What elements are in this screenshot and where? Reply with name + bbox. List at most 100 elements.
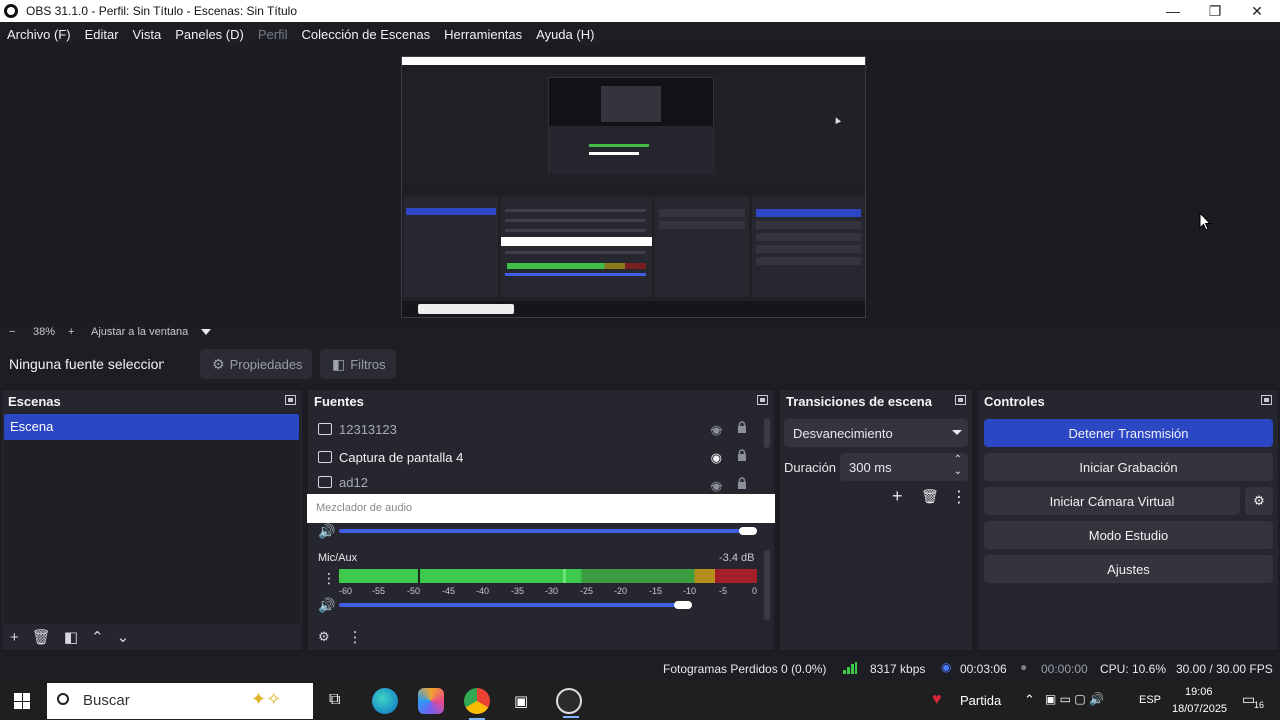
menu-vista[interactable]: Vista <box>133 27 162 42</box>
properties-button[interactable]: ⚙ Propiedades <box>200 349 312 379</box>
stepper-down-icon[interactable]: ⌄ <box>954 466 962 477</box>
close-button[interactable]: ✕ <box>1236 0 1278 22</box>
language-indicator[interactable]: ESP <box>1139 694 1161 706</box>
taskbar-search[interactable]: Buscar ✦✧ <box>47 683 313 719</box>
speaker-icon[interactable]: 🔊 <box>318 523 335 540</box>
zoom-in-button[interactable]: + <box>68 326 74 338</box>
stepper-up-icon[interactable]: ⌃ <box>954 454 962 465</box>
window-capture-icon <box>318 476 332 488</box>
settings-button[interactable]: Ajustes <box>984 555 1273 583</box>
sources-scrollbar[interactable] <box>764 418 770 448</box>
zoom-dropdown-icon[interactable] <box>201 329 211 335</box>
virtual-camera-settings-button[interactable]: ⚙ <box>1245 487 1273 515</box>
move-down-icon[interactable]: ⌄ <box>117 628 130 646</box>
undock-icon[interactable] <box>285 395 296 405</box>
chevron-down-icon <box>952 430 962 435</box>
advanced-audio-icon[interactable]: ⚙ <box>318 629 330 645</box>
transitions-header: Transiciones de escena <box>780 390 972 412</box>
image-icon <box>318 423 332 435</box>
meter-tick: -50 <box>407 586 421 596</box>
menu-coleccion[interactable]: Colección de Escenas <box>301 27 430 42</box>
transition-select[interactable]: Desvanecimiento <box>784 419 968 447</box>
taskbar-time[interactable]: 19:06 <box>1185 686 1213 698</box>
tray-icons[interactable]: ▣ ▭ ▢ 🔊 <box>1045 692 1104 706</box>
add-scene-icon[interactable]: + <box>10 629 19 646</box>
menu-ayuda[interactable]: Ayuda (H) <box>536 27 594 42</box>
obs-taskbar-icon[interactable] <box>556 688 582 718</box>
menu-paneles[interactable]: Paneles (D) <box>175 27 244 42</box>
move-up-icon[interactable]: ⌃ <box>91 628 104 646</box>
filter-icon: ◧ <box>332 355 346 372</box>
volume-slider-track[interactable] <box>339 529 749 533</box>
preview-area[interactable] <box>0 46 1280 322</box>
undock-icon[interactable] <box>1261 395 1272 405</box>
stop-stream-button[interactable]: Detener Transmisión <box>984 419 1273 447</box>
mixer-channel-name: Mic/Aux <box>318 552 358 564</box>
menu-perfil[interactable]: Perfil <box>258 27 288 42</box>
meter-tick: 0 <box>752 586 758 596</box>
eye-icon[interactable]: ◉ <box>711 450 722 466</box>
scene-item[interactable]: Escena <box>4 414 299 440</box>
maximize-button[interactable]: ❐ <box>1194 0 1236 22</box>
studio-mode-button[interactable]: Modo Estudio <box>984 521 1273 549</box>
copilot-icon[interactable] <box>418 688 444 714</box>
mixer-menu-icon[interactable]: ⋮ <box>348 628 363 646</box>
zoom-out-button[interactable]: − <box>9 326 15 338</box>
windows-taskbar: Buscar ✦✧ ⧉ ▣ ♥ Partida ⌃ ▣ ▭ ▢ 🔊 ESP 19… <box>0 682 1280 720</box>
trash-icon[interactable]: 🗑 <box>32 628 51 646</box>
channel-menu-icon[interactable]: ⋮ <box>322 570 336 587</box>
game-icon[interactable]: ♥ <box>932 691 942 709</box>
lock-icon[interactable] <box>737 449 747 462</box>
transition-menu-icon[interactable]: ⋮ <box>951 487 967 507</box>
preview-nested-window <box>548 77 715 174</box>
start-virtual-camera-button[interactable]: Iniciar Cámara Virtual <box>984 487 1240 515</box>
mixer-scrollbar[interactable] <box>764 550 770 620</box>
cpu-usage: CPU: 10.6% <box>1100 662 1167 676</box>
preview-nested-sources <box>501 197 652 297</box>
scene-filters-icon[interactable]: ◧ <box>64 628 78 646</box>
volume-slider-knob[interactable] <box>674 601 692 609</box>
sources-header: Fuentes <box>308 390 774 412</box>
trash-icon[interactable]: 🗑 <box>921 488 939 505</box>
edge-icon[interactable] <box>372 688 398 714</box>
lock-icon[interactable] <box>737 477 747 490</box>
lock-icon[interactable] <box>737 421 747 434</box>
preview-canvas[interactable] <box>401 56 866 318</box>
taskbar-date[interactable]: 18/07/2025 <box>1172 703 1227 715</box>
preview-nested-meter <box>589 144 649 147</box>
menu-archivo[interactable]: Archivo (F) <box>7 27 71 42</box>
source-row[interactable]: Captura de pantalla 4 ◉ <box>308 443 762 471</box>
volume-meter <box>339 569 757 583</box>
minimize-button[interactable]: — <box>1152 0 1194 22</box>
undock-icon[interactable] <box>955 395 966 405</box>
preview-nested-menubar <box>402 65 865 73</box>
filters-button[interactable]: ◧ Filtros <box>320 349 396 379</box>
volume-slider-track[interactable] <box>339 603 689 607</box>
tray-expand-icon[interactable]: ⌃ <box>1024 692 1035 708</box>
menu-bar: Archivo (F) Editar Vista Paneles (D) Per… <box>0 22 1280 46</box>
start-recording-button[interactable]: Iniciar Grabación <box>984 453 1273 481</box>
source-row[interactable]: ad12 ◉ <box>308 471 762 493</box>
menu-herramientas[interactable]: Herramientas <box>444 27 522 42</box>
task-view-icon[interactable]: ⧉ <box>326 688 352 714</box>
windows-start-icon[interactable] <box>14 693 30 709</box>
duration-field[interactable]: 300 ms ⌃ ⌄ <box>840 453 968 481</box>
menu-editar[interactable]: Editar <box>85 27 119 42</box>
source-name: 12313123 <box>339 421 397 437</box>
controls-title: Controles <box>984 393 1045 409</box>
eye-hidden-icon[interactable]: ◉ <box>711 422 722 438</box>
undock-icon[interactable] <box>757 395 768 405</box>
source-row[interactable]: 12313123 ◉ <box>308 415 762 443</box>
eye-hidden-icon[interactable]: ◉ <box>711 478 722 494</box>
volume-slider-knob[interactable] <box>739 527 757 535</box>
preview-nested-docks <box>549 126 715 174</box>
app-icon[interactable]: ▣ <box>510 688 536 714</box>
chrome-icon[interactable] <box>464 688 490 720</box>
search-placeholder: Buscar <box>83 692 130 709</box>
speaker-icon[interactable]: 🔊 <box>318 597 335 614</box>
gear-icon: ⚙ <box>1253 493 1265 508</box>
preview-nested-taskbar <box>402 301 865 317</box>
game-label[interactable]: Partida <box>960 693 1001 708</box>
source-toolbar: Ninguna fuente seleccionada ⚙ Propiedade… <box>0 343 1280 385</box>
add-transition-icon[interactable]: + <box>892 486 903 507</box>
